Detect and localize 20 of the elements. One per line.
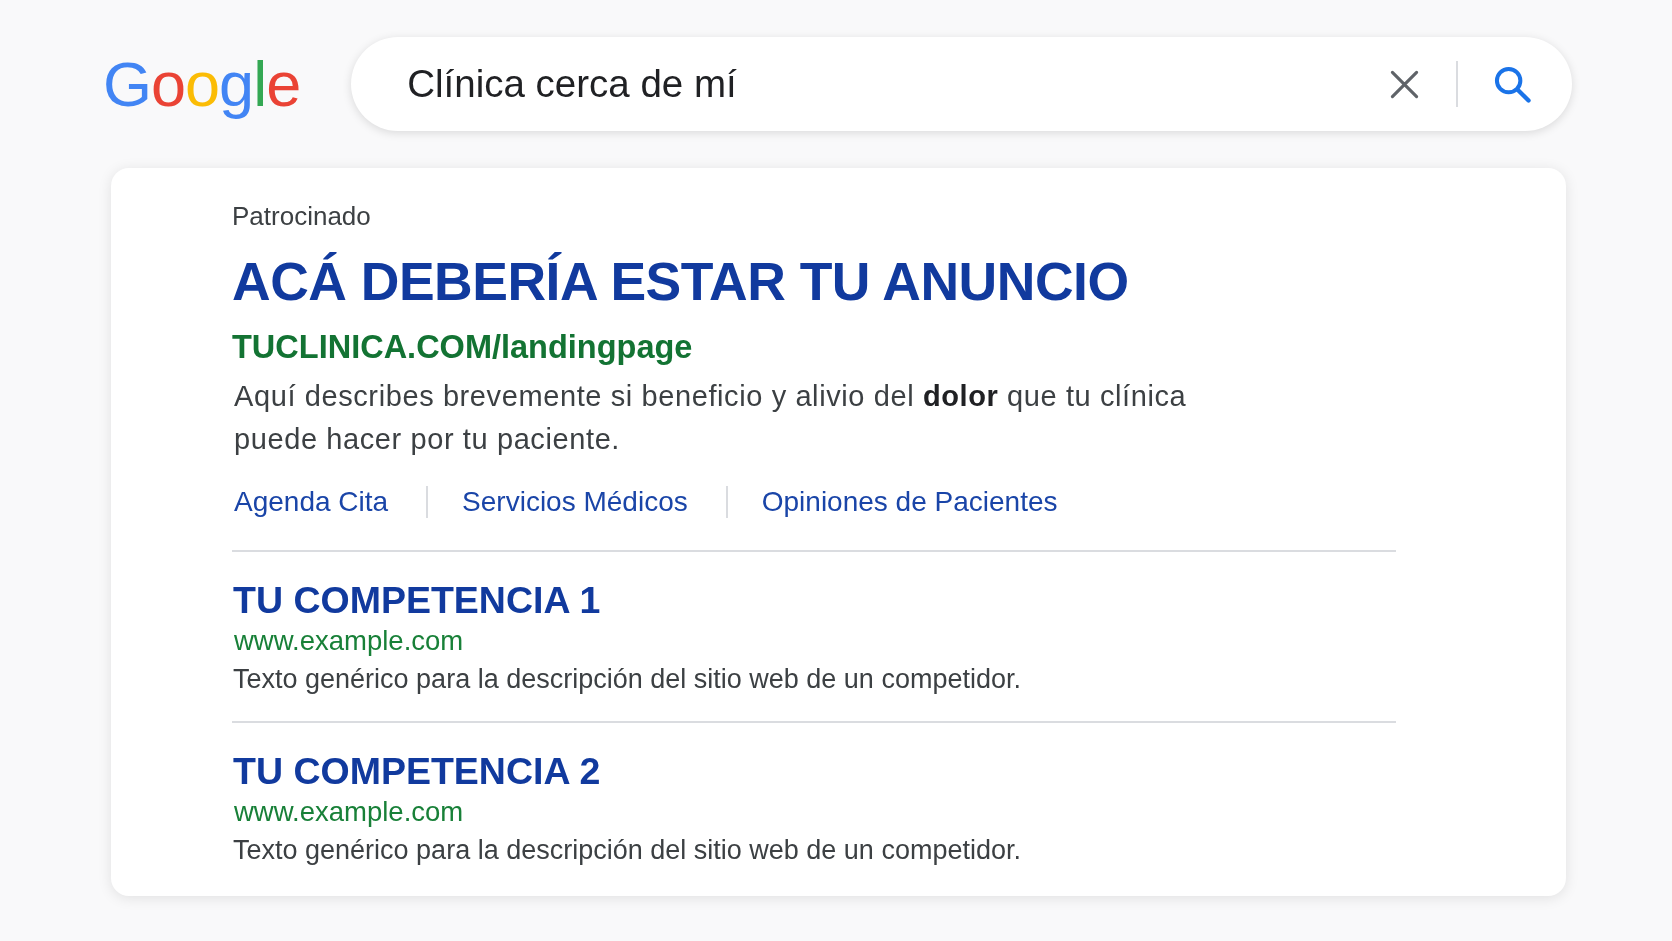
ad-title[interactable]: ACÁ DEBERÍA ESTAR TU ANUNCIO [232, 250, 1129, 314]
sitelink[interactable]: Agenda Cita [234, 485, 389, 519]
logo: Google [103, 48, 301, 121]
result-description: Texto genérico para la descripción del sitio web de un competidor. [233, 834, 1021, 866]
search-field[interactable]: Clínica cerca de mí [351, 37, 1573, 131]
search-input[interactable]: Clínica cerca de mí [407, 59, 1391, 109]
result-url: www.example.com [234, 625, 464, 657]
sitelink[interactable]: Opiniones de Pacientes [761, 485, 1058, 519]
ad-url: TUCLINICA.COM/landingpage [232, 329, 693, 365]
ad-description: Aquí describes brevemente si beneficio y alivio del dolor que tu clínica puede hacer por tu paciente. [234, 379, 1188, 457]
search-icon [1494, 65, 1532, 103]
result-url: www.example.com [234, 796, 464, 828]
result-description: Texto genérico para la descripción del sitio web de un competidor. [233, 663, 1021, 695]
search-button[interactable] [1494, 65, 1532, 103]
sponsored-label: Patrocinado [232, 202, 371, 230]
sitelink[interactable]: Servicios Médicos [462, 485, 688, 519]
clear-button[interactable] [1390, 69, 1420, 99]
result-title[interactable]: TU COMPETENCIA 2 [233, 749, 601, 793]
close-icon [1390, 69, 1420, 99]
result-title[interactable]: TU COMPETENCIA 1 [233, 578, 601, 622]
